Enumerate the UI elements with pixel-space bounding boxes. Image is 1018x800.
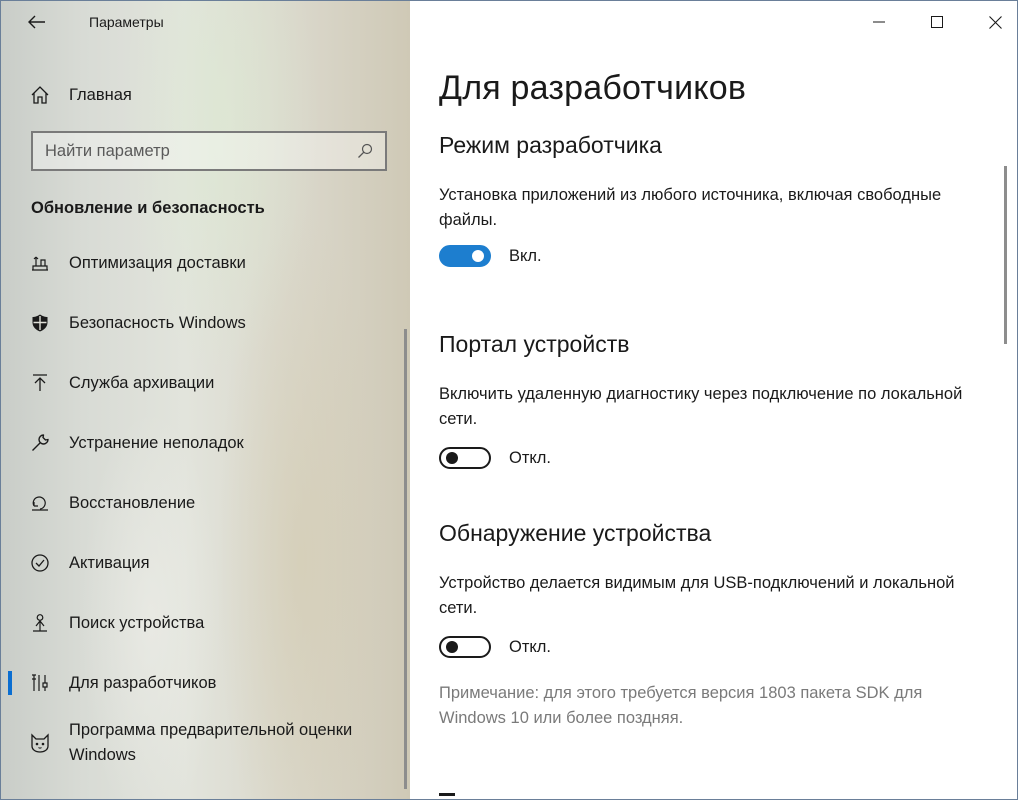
maximize-icon: [931, 16, 943, 28]
sidebar-item-label: Поиск устройства: [69, 613, 205, 632]
sidebar-item-delivery-optimization[interactable]: Оптимизация доставки: [1, 233, 410, 293]
setting-description: Включить удаленную диагностику через под…: [439, 385, 963, 428]
sidebar-item-label: Главная: [69, 85, 132, 104]
titlebar-left: Параметры: [1, 1, 410, 43]
person-location-icon: [28, 611, 52, 635]
toggle-row: Откл.: [439, 443, 989, 473]
sidebar-item-label: Для разработчиков: [69, 673, 217, 692]
sdk-note: Примечание: для этого требуется версия 1…: [439, 684, 923, 727]
content-pane: Для разработчиков Режим разработчика Уст…: [410, 1, 1017, 799]
window-controls: [844, 1, 1017, 43]
sidebar-item-activation[interactable]: Активация: [1, 533, 410, 593]
shield-icon: [28, 311, 52, 335]
sidebar-item-label: Служба архивации: [69, 373, 215, 392]
sidebar-scrollbar[interactable]: [404, 329, 407, 789]
back-button[interactable]: [15, 1, 59, 43]
setting-heading: Обнаружение устройства: [439, 520, 712, 546]
sidebar-item-find-device[interactable]: Поиск устройства: [1, 593, 410, 653]
home-icon: [28, 83, 52, 107]
sidebar-item-label: Активация: [69, 553, 150, 572]
toggle-state-label: Вкл.: [509, 246, 542, 265]
sidebar-item-label: Оптимизация доставки: [69, 253, 246, 272]
sidebar-item-insider-program[interactable]: Программа предварительной оценки Windows: [1, 713, 410, 773]
sidebar-item-label: Программа предварительной оценки Windows: [69, 721, 353, 764]
check-circle-icon: [28, 551, 52, 575]
content-scrollbar[interactable]: [1004, 166, 1007, 344]
sidebar-nav-list: Оптимизация доставки Безопасность Window…: [1, 233, 410, 773]
device-discovery-setting: Обнаружение устройства Устройство делает…: [439, 518, 989, 662]
developer-mode-setting: Режим разработчика Установка приложений …: [439, 130, 989, 271]
settings-window: Параметры Главная Обновление и безопасно…: [0, 0, 1018, 800]
backup-arrow-icon: [28, 371, 52, 395]
toggle-row: Откл.: [439, 632, 989, 662]
toggle-state-label: Откл.: [509, 637, 552, 656]
setting-heading: Режим разработчика: [439, 132, 662, 158]
minimize-icon: [873, 21, 885, 23]
maximize-button[interactable]: [914, 1, 960, 43]
sidebar-item-recovery[interactable]: Восстановление: [1, 473, 410, 533]
next-section-heading-clip: [439, 793, 455, 796]
search-box[interactable]: [31, 131, 387, 171]
close-button[interactable]: [972, 1, 1017, 43]
sidebar-item-home[interactable]: Главная: [1, 73, 410, 117]
page-title: Для разработчиков: [439, 69, 747, 107]
toggle-knob: [446, 641, 458, 653]
sidebar-item-label: Восстановление: [69, 493, 196, 512]
close-icon: [988, 15, 1002, 29]
section-header: Обновление и безопасность: [31, 199, 265, 217]
search-input[interactable]: [33, 132, 355, 170]
toggle-row: Вкл.: [439, 241, 989, 271]
search-icon[interactable]: [355, 141, 375, 161]
insider-cat-icon: [28, 731, 52, 755]
device-discovery-toggle[interactable]: [439, 636, 491, 658]
sidebar-item-label: Безопасность Windows: [69, 313, 246, 332]
sidebar-item-label: Устранение неполадок: [69, 433, 244, 452]
sidebar: Параметры Главная Обновление и безопасно…: [1, 1, 410, 799]
sidebar-item-backup[interactable]: Служба архивации: [1, 353, 410, 413]
developer-mode-toggle[interactable]: [439, 245, 491, 267]
app-title: Параметры: [89, 14, 164, 30]
recovery-icon: [28, 491, 52, 515]
wrench-icon: [28, 431, 52, 455]
setting-description: Установка приложений из любого источника…: [439, 186, 942, 229]
toggle-state-label: Откл.: [509, 448, 552, 467]
sidebar-item-for-developers[interactable]: Для разработчиков: [1, 653, 410, 713]
device-portal-toggle[interactable]: [439, 447, 491, 469]
developer-tools-icon: [28, 671, 52, 695]
sidebar-item-troubleshoot[interactable]: Устранение неполадок: [1, 413, 410, 473]
toggle-knob: [472, 250, 484, 262]
device-portal-setting: Портал устройств Включить удаленную диаг…: [439, 329, 989, 473]
setting-heading: Портал устройств: [439, 331, 630, 357]
back-arrow-icon: [28, 15, 45, 29]
setting-description: Устройство делается видимым для USB-подк…: [439, 574, 955, 617]
minimize-button[interactable]: [856, 1, 902, 43]
toggle-knob: [446, 452, 458, 464]
delivery-optimization-icon: [28, 251, 52, 275]
sidebar-item-windows-security[interactable]: Безопасность Windows: [1, 293, 410, 353]
